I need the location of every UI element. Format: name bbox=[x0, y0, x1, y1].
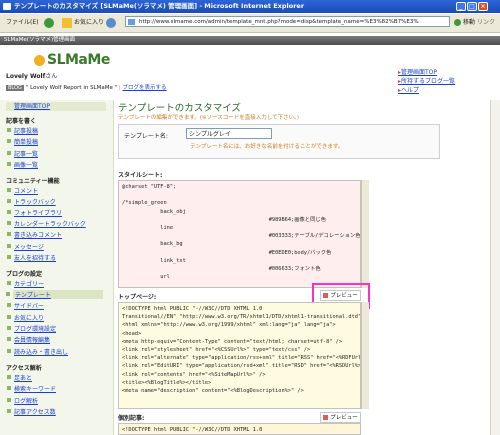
help-link[interactable]: ヘルプ bbox=[398, 86, 455, 95]
blog-badge: BLOG bbox=[6, 85, 24, 91]
preview-label: プレビュー bbox=[330, 415, 358, 421]
links-menu[interactable]: リンク bbox=[477, 17, 495, 29]
sidebar-item-calendar-trackback[interactable]: カレンダートラックバック bbox=[7, 219, 86, 228]
minimize-button[interactable]: _ bbox=[456, 2, 466, 11]
sidebar-admin-top[interactable]: 管理画面TOP bbox=[6, 102, 106, 111]
sidebar-item-search-keywords[interactable]: 検索キーワード bbox=[6, 384, 56, 393]
page-scrollbar[interactable] bbox=[490, 100, 500, 435]
ie-app-icon bbox=[3, 3, 11, 10]
logo-text: SLMaMe bbox=[47, 52, 110, 68]
template-name-note: テンプレート名には、お好きな名前を付けることができます。 bbox=[190, 144, 344, 150]
media-icon bbox=[106, 17, 116, 28]
sidebar-item-template[interactable]: テンプレート bbox=[6, 290, 103, 299]
stylesheet-label: スタイルシート: bbox=[118, 172, 163, 179]
sidebar-item-sidebar[interactable]: サイドバー bbox=[6, 301, 44, 310]
sidebar-item-post[interactable]: 記事投稿 bbox=[6, 126, 38, 135]
stylesheet-scrollbar[interactable] bbox=[361, 180, 369, 288]
favorites-button[interactable]: お気に入り bbox=[62, 17, 104, 29]
sidebar-section-community: コミュニティー機能 bbox=[6, 178, 60, 185]
entry-preview-button[interactable]: プレビュー bbox=[320, 412, 361, 423]
back-arrow-icon bbox=[44, 17, 54, 28]
toppage-editor[interactable]: <!DOCTYPE html PUBLIC "-//W3C//DTD XHTML… bbox=[118, 302, 361, 409]
address-bar[interactable]: http://www.slmame.com/admin/template_mnt… bbox=[125, 16, 450, 27]
sidebar-item-member-info[interactable]: 会員情報編集 bbox=[6, 335, 50, 344]
entry-editor[interactable]: <!DOCTYPE html PUBLIC "-//W3C//DTD XHTML… bbox=[118, 423, 361, 435]
blog-title: " Lovely Wolf Report in SLMaMe " bbox=[25, 85, 118, 91]
sidebar-item-footprints[interactable]: 足あと bbox=[6, 373, 32, 382]
back-button[interactable] bbox=[44, 17, 56, 29]
sidebar-item-messages[interactable]: メッセージ bbox=[7, 242, 44, 251]
close-button[interactable]: × bbox=[478, 2, 488, 11]
sidebar-item-import-export[interactable]: 読み込み・書き出し bbox=[6, 347, 68, 356]
blog-list-link[interactable]: 所持するブログ一覧 bbox=[398, 77, 455, 86]
sidebar-section-access: アクセス解析 bbox=[6, 365, 42, 372]
window-title: テンプレートのカスタマイズ [SLMaMe(ソラマメ) 管理画面] - Micr… bbox=[14, 2, 305, 10]
favorites-label: お気に入り bbox=[74, 19, 105, 26]
address-url: http://www.slmame.com/admin/template_mnt… bbox=[139, 19, 419, 25]
sidebar-item-invite[interactable]: 友人を招待する bbox=[6, 253, 56, 262]
app-header-strip: SLMaMe(ソラマメ)管理画面 bbox=[0, 36, 500, 45]
sidebar-item-entries[interactable]: 記事一覧 bbox=[6, 149, 38, 158]
sidebar-item-favorites[interactable]: お気に入り bbox=[6, 313, 44, 322]
sidebar-item-quick-post[interactable]: 簡単投稿 bbox=[6, 137, 38, 146]
user-name: Lovely Wolfさん bbox=[6, 71, 57, 80]
sidebar-item-blog-env[interactable]: ブログ環境設定 bbox=[6, 324, 56, 333]
file-menu[interactable]: ファイル(E) bbox=[6, 17, 38, 29]
template-name-input[interactable]: シンプルグレイ bbox=[186, 128, 272, 139]
sidebar-item-written-comments[interactable]: 書き込みコメント bbox=[6, 230, 62, 239]
stylesheet-editor[interactable]: @charset "UTF-8"; /*simple_green back_ob… bbox=[118, 180, 361, 288]
star-icon bbox=[62, 17, 72, 28]
sidebar-item-photo-library[interactable]: フォトライブラリ bbox=[6, 208, 62, 217]
app-strip-label: SLMaMe(ソラマメ)管理画面 bbox=[4, 37, 76, 43]
user-name-text: Lovely Wolf bbox=[6, 73, 46, 80]
sidebar-section-blog-settings: ブログの設定 bbox=[6, 271, 43, 278]
entry-label: 個別記事: bbox=[118, 415, 145, 422]
toppage-scrollbar[interactable] bbox=[361, 302, 369, 409]
maximize-button[interactable]: □ bbox=[467, 2, 477, 11]
sidebar-item-comments[interactable]: コメント bbox=[6, 186, 38, 195]
header-right-links: 管理画面TOP 所持するブログ一覧 ヘルプ bbox=[398, 68, 455, 95]
blog-info: BLOG " Lovely Wolf Report in SLMaMe " | ブ… bbox=[6, 85, 167, 91]
window-titlebar: テンプレートのカスタマイズ [SLMaMe(ソラマメ) 管理画面] - Micr… bbox=[0, 0, 500, 13]
template-name-label: テンプレート名: bbox=[124, 133, 168, 140]
sidebar-item-log-analysis[interactable]: ログ解析 bbox=[6, 396, 38, 405]
admin-top-link[interactable]: 管理画面TOP bbox=[398, 68, 455, 77]
go-label: 移動 bbox=[463, 19, 476, 26]
view-blog-link[interactable]: ブログを表示する bbox=[123, 85, 167, 91]
sidebar-item-trackback[interactable]: トラックバック bbox=[7, 197, 56, 206]
sidebar-section-write: 記事を書く bbox=[6, 118, 37, 125]
sidebar-item-entry-access[interactable]: 記事アクセス数 bbox=[7, 407, 56, 416]
sidebar-item-category[interactable]: カテゴリー bbox=[6, 279, 44, 288]
toppage-label: トップページ: bbox=[118, 294, 157, 301]
user-suffix: さん bbox=[45, 73, 58, 80]
sidebar: 管理画面TOP 記事を書く 記事投稿 簡単投稿 記事一覧 画像一覧 コミュニティ… bbox=[0, 100, 114, 435]
preview-icon bbox=[323, 415, 329, 420]
logo-mark-icon bbox=[34, 54, 45, 66]
slmame-logo[interactable]: SLMaMe bbox=[34, 52, 110, 68]
go-arrow-icon bbox=[454, 19, 461, 26]
go-button[interactable]: 移動 bbox=[454, 17, 475, 29]
media-button[interactable] bbox=[106, 17, 118, 29]
page-title: テンプレートのカスタマイズ bbox=[118, 103, 241, 114]
page-subtitle: テンプレートの編集ができます。(※ソースコードを直接入力して下さい。) bbox=[118, 115, 299, 121]
sidebar-item-images[interactable]: 画像一覧 bbox=[6, 160, 38, 169]
page-icon bbox=[128, 19, 135, 25]
